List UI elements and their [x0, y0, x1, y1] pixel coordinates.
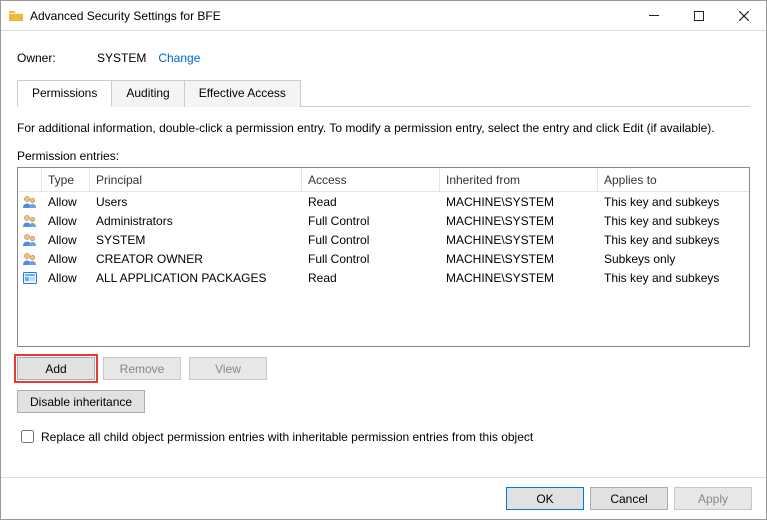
change-owner-link[interactable]: Change: [158, 51, 200, 65]
cell-principal: ALL APPLICATION PACKAGES: [90, 271, 302, 285]
view-button: View: [189, 357, 267, 380]
group-icon: [22, 194, 38, 210]
ok-button[interactable]: OK: [506, 487, 584, 510]
package-icon: [22, 270, 38, 286]
cell-principal: CREATOR OWNER: [90, 252, 302, 266]
maximize-button[interactable]: [676, 1, 721, 30]
cell-applies: This key and subkeys: [598, 214, 749, 228]
owner-label: Owner:: [17, 51, 97, 65]
cell-inherited: MACHINE\SYSTEM: [440, 271, 598, 285]
table-row[interactable]: AllowSYSTEMFull ControlMACHINE\SYSTEMThi…: [18, 230, 749, 249]
close-button[interactable]: [721, 1, 766, 30]
cell-type: Allow: [42, 271, 90, 285]
col-header-access[interactable]: Access: [302, 168, 440, 191]
window-title: Advanced Security Settings for BFE: [30, 9, 631, 23]
group-icon: [22, 251, 38, 267]
replace-checkbox[interactable]: [21, 430, 34, 443]
permissions-grid[interactable]: Type Principal Access Inherited from App…: [17, 167, 750, 347]
grid-header: Type Principal Access Inherited from App…: [18, 168, 749, 192]
titlebar: Advanced Security Settings for BFE: [1, 1, 766, 31]
table-row[interactable]: AllowUsersReadMACHINE\SYSTEMThis key and…: [18, 192, 749, 211]
col-header-type[interactable]: Type: [42, 168, 90, 191]
cell-principal: Users: [90, 195, 302, 209]
content-area: Owner: SYSTEM Change Permissions Auditin…: [1, 31, 766, 477]
bottom-bar: OK Cancel Apply: [1, 477, 766, 519]
cell-principal: SYSTEM: [90, 233, 302, 247]
add-button[interactable]: Add: [17, 357, 95, 380]
cell-applies: This key and subkeys: [598, 195, 749, 209]
group-icon: [22, 232, 38, 248]
cell-applies: This key and subkeys: [598, 233, 749, 247]
table-row[interactable]: AllowCREATOR OWNERFull ControlMACHINE\SY…: [18, 249, 749, 268]
entries-label: Permission entries:: [17, 149, 750, 163]
replace-checkbox-row: Replace all child object permission entr…: [17, 427, 750, 446]
cell-access: Read: [302, 271, 440, 285]
cell-type: Allow: [42, 252, 90, 266]
cell-inherited: MACHINE\SYSTEM: [440, 195, 598, 209]
cell-principal: Administrators: [90, 214, 302, 228]
tab-panel: For additional information, double-click…: [17, 106, 750, 477]
replace-checkbox-label: Replace all child object permission entr…: [41, 430, 533, 444]
cell-inherited: MACHINE\SYSTEM: [440, 252, 598, 266]
entry-buttons: Add Remove View: [17, 357, 750, 380]
minimize-button[interactable]: [631, 1, 676, 30]
cell-applies: Subkeys only: [598, 252, 749, 266]
folder-icon: [8, 8, 24, 24]
group-icon: [22, 213, 38, 229]
owner-row: Owner: SYSTEM Change: [17, 51, 750, 65]
cell-type: Allow: [42, 195, 90, 209]
tab-effective-access[interactable]: Effective Access: [184, 80, 301, 107]
table-row[interactable]: AllowAdministratorsFull ControlMACHINE\S…: [18, 211, 749, 230]
tab-auditing[interactable]: Auditing: [111, 80, 184, 107]
cell-inherited: MACHINE\SYSTEM: [440, 233, 598, 247]
cell-type: Allow: [42, 233, 90, 247]
cell-applies: This key and subkeys: [598, 271, 749, 285]
cell-access: Full Control: [302, 233, 440, 247]
owner-value: SYSTEM: [97, 51, 146, 65]
instruction-text: For additional information, double-click…: [17, 121, 750, 135]
col-header-applies[interactable]: Applies to: [598, 168, 749, 191]
apply-button: Apply: [674, 487, 752, 510]
col-header-principal[interactable]: Principal: [90, 168, 302, 191]
cell-inherited: MACHINE\SYSTEM: [440, 214, 598, 228]
cell-type: Allow: [42, 214, 90, 228]
cell-access: Full Control: [302, 252, 440, 266]
remove-button: Remove: [103, 357, 181, 380]
table-row[interactable]: AllowALL APPLICATION PACKAGESReadMACHINE…: [18, 268, 749, 287]
disable-inheritance-button[interactable]: Disable inheritance: [17, 390, 145, 413]
grid-body: AllowUsersReadMACHINE\SYSTEMThis key and…: [18, 192, 749, 287]
tab-permissions[interactable]: Permissions: [17, 80, 112, 107]
tab-strip: Permissions Auditing Effective Access: [17, 79, 750, 106]
cell-access: Read: [302, 195, 440, 209]
cell-access: Full Control: [302, 214, 440, 228]
disable-inheritance-row: Disable inheritance: [17, 390, 750, 413]
col-header-inherited[interactable]: Inherited from: [440, 168, 598, 191]
cancel-button[interactable]: Cancel: [590, 487, 668, 510]
